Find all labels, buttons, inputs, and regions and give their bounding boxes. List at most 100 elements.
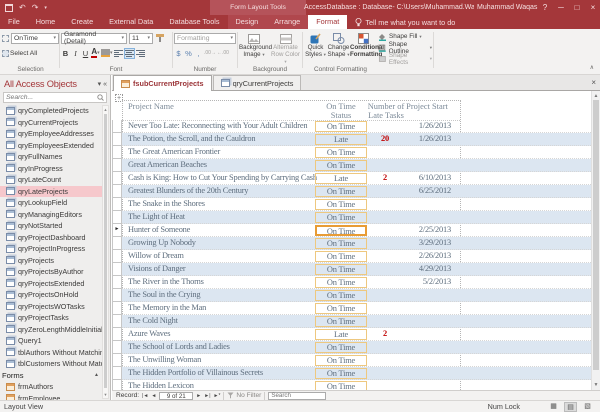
nav-scrollbar[interactable]: ▲ ▼	[102, 105, 109, 399]
ribbon-tab-create[interactable]: Create	[63, 15, 101, 29]
record-selector[interactable]	[112, 237, 122, 250]
cell-project-name[interactable]: Great American Beaches	[128, 159, 431, 171]
record-selector[interactable]	[112, 250, 122, 263]
cell-on-time-status[interactable]: On Time	[315, 212, 367, 223]
increase-decimals-icon[interactable]: .00→	[204, 48, 216, 59]
tab-fsubcurrentprojects[interactable]: fsubCurrentProjects	[113, 75, 212, 91]
nav-search-input[interactable]	[6, 94, 97, 101]
cell-project-start[interactable]: 6/25/2012	[403, 185, 451, 197]
cell-late-tasks[interactable]: 2	[370, 328, 400, 340]
layout-view-icon[interactable]: ▤	[564, 401, 577, 412]
font-name-combobox[interactable]: Garamond (Detail) ▾	[61, 31, 127, 45]
close-icon[interactable]: ×	[586, 0, 600, 15]
record-search-input[interactable]	[269, 392, 326, 399]
cell-on-time-status[interactable]: On Time	[315, 251, 367, 262]
nav-item[interactable]: qryLateProjects	[0, 185, 102, 197]
cell-project-start[interactable]: 2/25/2013	[403, 224, 451, 236]
table-row[interactable]: The Great American Frontier On Time	[122, 146, 591, 159]
cell-project-name[interactable]: The Great American Frontier	[128, 146, 431, 158]
nav-item[interactable]: qryProjects	[0, 255, 102, 267]
collapse-ribbon-icon[interactable]: ∧	[590, 64, 594, 71]
nav-pane-header[interactable]: All Access Objects ▾ «	[0, 75, 110, 91]
cell-on-time-status[interactable]: On Time	[315, 303, 367, 314]
cell-on-time-status[interactable]: On Time	[315, 121, 367, 132]
new-record-icon[interactable]: ►*	[214, 393, 221, 399]
cell-project-name[interactable]: Hunter of Someone	[128, 224, 431, 236]
tab-qrycurrentprojects[interactable]: qryCurrentProjects	[212, 75, 302, 90]
underline-button[interactable]: U	[81, 48, 90, 59]
table-row[interactable]: Greatest Blunders of the 20th Century On…	[122, 185, 591, 198]
ribbon-tab-home[interactable]: Home	[28, 15, 63, 29]
undo-icon[interactable]: ↶	[19, 3, 26, 12]
selection-combobox[interactable]: OnTime ▾	[11, 32, 59, 44]
cell-project-name[interactable]: The Unwilling Woman	[128, 354, 431, 366]
nav-item[interactable]: qryProjectsWOTasks	[0, 301, 102, 313]
ribbon-tab-database-tools[interactable]: Database Tools	[161, 15, 227, 29]
design-view-icon[interactable]: ▧	[581, 402, 594, 412]
font-color-button[interactable]: A ▾	[91, 48, 100, 59]
table-row[interactable]: The Memory in the Man On Time	[122, 302, 591, 315]
column-header-project-start[interactable]: Project Start	[403, 102, 451, 111]
table-row[interactable]: The River in the Thorns On Time 5/2/2013	[122, 276, 591, 289]
align-center-button[interactable]	[123, 47, 135, 59]
nav-item[interactable]: qryZeroLengthMiddleInitial	[0, 324, 102, 336]
nav-item[interactable]: qryProjectsOnHold	[0, 289, 102, 301]
record-selector[interactable]	[112, 172, 122, 185]
help-icon[interactable]: ?	[538, 0, 552, 15]
last-record-icon[interactable]: ►|	[204, 393, 210, 399]
record-selector[interactable]	[112, 302, 122, 315]
table-row[interactable]: The School of Lords and Ladies On Time	[122, 341, 591, 354]
record-selector[interactable]	[112, 328, 122, 341]
table-row[interactable]: Azure Waves Late 2	[122, 328, 591, 341]
change-shape-button[interactable]: Change Shape ▾	[327, 31, 350, 67]
record-selector[interactable]	[112, 133, 122, 146]
cell-on-time-status[interactable]: On Time	[315, 381, 367, 390]
no-filter-button[interactable]: No Filter	[227, 392, 261, 399]
italic-button[interactable]: I	[71, 48, 80, 59]
table-row[interactable]: Willow of Dream On Time 2/26/2013	[122, 250, 591, 263]
nav-item[interactable]: frmEmployee	[0, 393, 102, 400]
table-row[interactable]: The Cold Night On Time	[122, 315, 591, 328]
next-record-icon[interactable]: ►	[196, 393, 201, 399]
bold-button[interactable]: B	[61, 48, 70, 59]
cell-on-time-status[interactable]: On Time	[315, 342, 367, 353]
cell-project-name[interactable]: The School of Lords and Ladies	[128, 341, 431, 353]
number-format-combobox[interactable]: Formatting ▾	[174, 32, 236, 44]
record-selector[interactable]	[112, 185, 122, 198]
close-document-icon[interactable]: ×	[591, 78, 596, 87]
record-selector[interactable]	[112, 341, 122, 354]
nav-item[interactable]: frmAuthors	[0, 381, 102, 393]
record-position-box[interactable]: 9 of 21	[159, 391, 194, 400]
cell-project-start[interactable]: 6/10/2013	[403, 172, 451, 184]
align-right-button[interactable]	[135, 48, 145, 59]
ribbon-tab-external-data[interactable]: External Data	[101, 15, 161, 29]
nav-search-box[interactable]	[3, 92, 107, 103]
table-row[interactable]: The Light of Heat On Time	[122, 211, 591, 224]
table-row[interactable]: The Soul in the Crying On Time	[122, 289, 591, 302]
cell-project-start[interactable]: 2/26/2013	[403, 250, 451, 262]
cell-project-name[interactable]: The Snake in the Shores	[128, 198, 431, 210]
nav-item[interactable]: qryLateCount	[0, 174, 102, 186]
nav-item[interactable]: qryCompletedProjects	[0, 105, 102, 117]
conditional-formatting-button[interactable]: Conditional Formatting	[350, 31, 384, 67]
ribbon-tab-design[interactable]: Design	[227, 15, 267, 29]
nav-item[interactable]: qryEmployeeAddresses	[0, 128, 102, 140]
nav-item[interactable]: tblCustomers Without Match...	[0, 358, 102, 370]
scroll-up-icon[interactable]: ▲	[592, 93, 600, 99]
align-left-button[interactable]	[113, 48, 123, 59]
table-row[interactable]: Visions of Danger On Time 4/29/2013	[122, 263, 591, 276]
account-name[interactable]: Muhammad Waqas	[477, 0, 537, 15]
nav-item[interactable]: qryManagingEditors	[0, 209, 102, 221]
collapse-group-icon[interactable]: ▲	[94, 372, 99, 378]
select-all-button[interactable]: Select All	[10, 50, 37, 57]
cell-on-time-status[interactable]: Late	[315, 329, 367, 340]
table-row[interactable]: Cash is King: How to Cut Your Spending b…	[122, 172, 591, 185]
customize-qat-icon[interactable]: ▾	[44, 5, 47, 11]
cell-project-start[interactable]: 1/26/2013	[403, 133, 451, 145]
table-row[interactable]: Great American Beaches On Time	[122, 159, 591, 172]
cell-project-start[interactable]: 3/29/2013	[403, 237, 451, 249]
comma-button[interactable]: ,	[194, 48, 203, 59]
record-selector[interactable]	[112, 367, 122, 380]
cell-on-time-status[interactable]: On Time	[315, 277, 367, 288]
scroll-down-icon[interactable]: ▼	[592, 382, 600, 388]
